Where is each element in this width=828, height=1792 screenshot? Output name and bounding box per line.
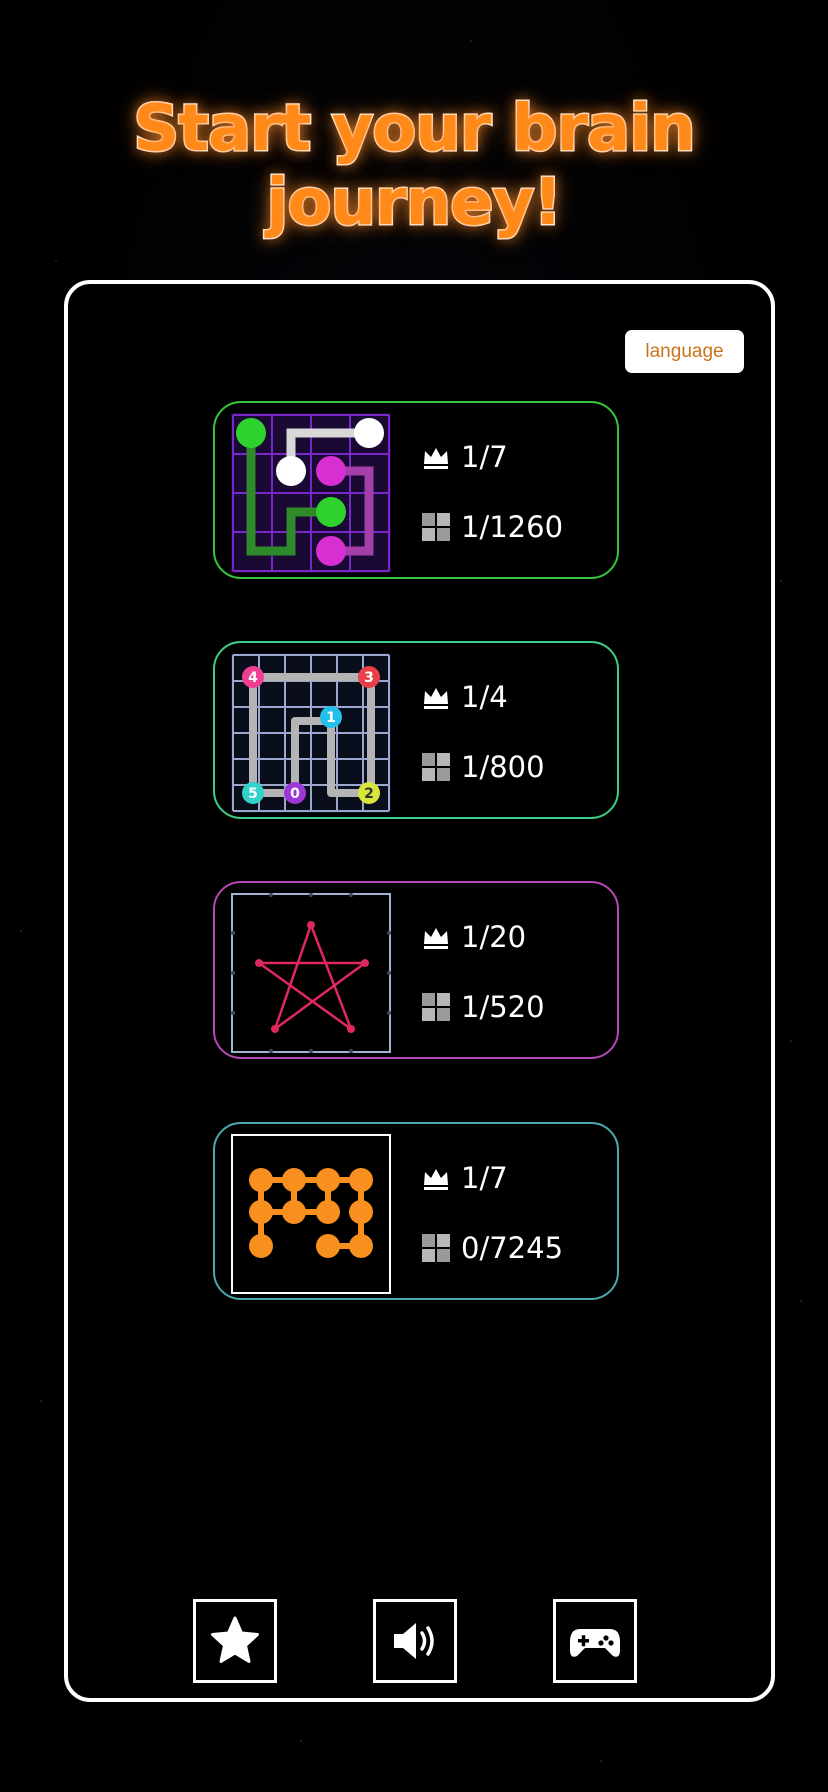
- level-progress: 1/800: [461, 750, 545, 784]
- crown-progress: 1/7: [461, 1161, 508, 1195]
- node-number: 2: [364, 786, 374, 802]
- speaker-icon: [394, 1623, 434, 1659]
- crown-icon: [424, 1169, 448, 1190]
- grid-icon: [422, 753, 450, 781]
- best-stat: 1/7: [421, 1160, 508, 1196]
- level-progress: 1/1260: [461, 510, 564, 544]
- node-number: 1: [326, 710, 336, 726]
- levels-stat: 1/800: [421, 749, 545, 785]
- grid-icon: [422, 513, 450, 541]
- levels-stat: 1/520: [421, 989, 545, 1025]
- levels-stat: 1/1260: [421, 509, 563, 545]
- best-stat: 1/4: [421, 679, 508, 715]
- page-title: Start your brain journey!: [132, 91, 697, 242]
- level-progress: 1/520: [461, 990, 545, 1024]
- best-stat: 1/7: [421, 439, 508, 475]
- node-number: 5: [248, 786, 258, 802]
- level-card-one-stroke[interactable]: 1/20 1/520: [213, 881, 619, 1059]
- flow-puzzle-thumbnail: [231, 413, 391, 573]
- star-icon: [211, 1616, 259, 1663]
- favorites-button[interactable]: [193, 1599, 277, 1683]
- best-stat: 1/20: [421, 919, 526, 955]
- level-card-flow-lines[interactable]: 1/7 1/1260: [213, 401, 619, 579]
- crown-progress: 1/4: [461, 680, 508, 714]
- dot-puzzle-thumbnail: [231, 1134, 391, 1294]
- star-puzzle-thumbnail: [231, 893, 391, 1053]
- crown-icon: [424, 688, 448, 709]
- crown-icon: [424, 448, 448, 469]
- levels-stat: 0/7245: [421, 1230, 563, 1266]
- level-card-dot-connect[interactable]: 1/7 0/7245: [213, 1122, 619, 1300]
- node-number: 3: [364, 670, 374, 686]
- crown-progress: 1/7: [461, 440, 508, 474]
- crown-icon: [424, 928, 448, 949]
- grid-icon: [422, 1234, 450, 1262]
- node-number: 4: [248, 670, 258, 686]
- language-button[interactable]: language: [625, 330, 744, 373]
- node-number: 0: [290, 786, 300, 802]
- grid-icon: [422, 993, 450, 1021]
- level-progress: 0/7245: [461, 1231, 564, 1265]
- numbered-puzzle-thumbnail: 4 3 1 5 0 2: [231, 653, 391, 813]
- sound-button[interactable]: [373, 1599, 457, 1683]
- more-games-button[interactable]: [553, 1599, 637, 1683]
- gamepad-icon: [570, 1629, 620, 1657]
- level-card-numbered-path[interactable]: 4 3 1 5 0 2 1/4 1/800: [213, 641, 619, 819]
- crown-progress: 1/20: [461, 920, 527, 954]
